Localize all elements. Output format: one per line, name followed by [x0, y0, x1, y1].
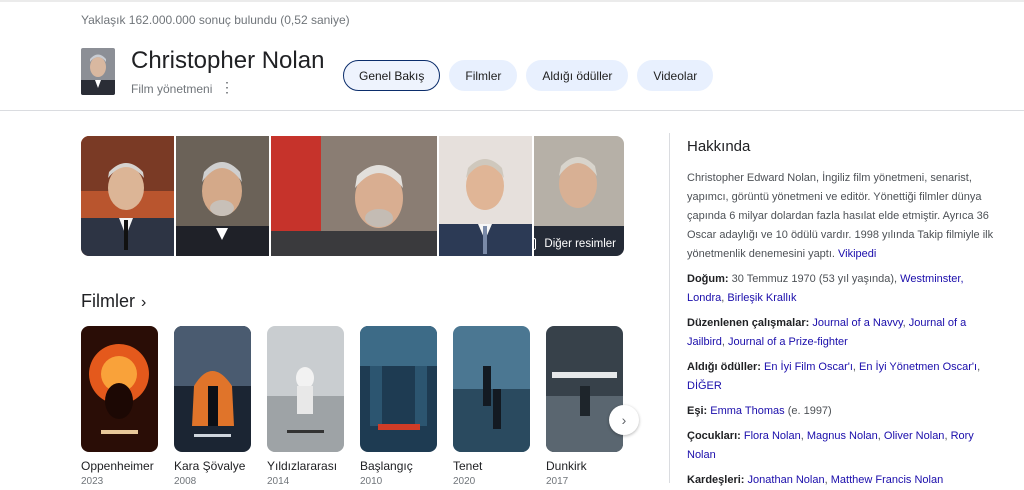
- film-year: 2023: [81, 476, 104, 487]
- entity-subtitle: Film yönetmeni: [131, 82, 213, 96]
- fact-label: Kardeşleri:: [687, 474, 745, 486]
- film-title: Başlangıç: [360, 459, 413, 473]
- chevron-right-icon[interactable]: ›: [609, 405, 639, 435]
- fact-label: Aldığı ödüller:: [687, 361, 761, 373]
- image-thumbnail[interactable]: [176, 136, 269, 256]
- child-link[interactable]: Oliver Nolan: [884, 430, 945, 442]
- fact-born: Doğum: 30 Temmuz 1970 (53 yıl yaşında), …: [687, 270, 997, 308]
- chevron-right-icon: ›: [141, 294, 147, 311]
- fact-works: Düzenlenen çalışmalar: Journal of a Navv…: [687, 314, 997, 352]
- film-title: Kara Şövalye: [174, 459, 246, 473]
- image-thumbnail[interactable]: [439, 136, 532, 256]
- film-year: 2008: [174, 476, 197, 487]
- top-border: [0, 0, 1024, 2]
- spouse-link[interactable]: Emma Thomas: [710, 405, 784, 417]
- separator: ,: [977, 361, 981, 373]
- film-title: Tenet: [453, 459, 483, 473]
- more-images-button[interactable]: Diğer resimler: [534, 238, 616, 250]
- birth-country-link[interactable]: Birleşik Krallık: [727, 292, 796, 304]
- result-stats: Yaklaşık 162.000.000 sonuç bulundu (0,52…: [81, 13, 350, 27]
- header-divider: [0, 110, 1024, 111]
- fact-label: Düzenlenen çalışmalar:: [687, 317, 810, 329]
- films-heading-label: Filmler: [81, 291, 135, 311]
- film-card[interactable]: Tenet 2020: [453, 326, 530, 487]
- work-link[interactable]: Journal of a Navvy: [812, 317, 902, 329]
- film-card[interactable]: Başlangıç 2010: [360, 326, 437, 487]
- image-thumbnail[interactable]: [271, 136, 437, 256]
- entity-tabs: Genel Bakış Filmler Aldığı ödüller Video…: [343, 60, 722, 91]
- image-thumbnail[interactable]: Diğer resimler: [534, 136, 624, 256]
- tab-awards[interactable]: Aldığı ödüller: [526, 60, 629, 91]
- fact-label: Eşi:: [687, 405, 708, 417]
- about-panel: Hakkında Christopher Edward Nolan, İngil…: [687, 138, 997, 490]
- fact-label: Doğum:: [687, 273, 729, 285]
- film-card[interactable]: Oppenheimer 2023: [81, 326, 158, 487]
- award-link[interactable]: En İyi Film Oscar'ı: [764, 361, 853, 373]
- sibling-link[interactable]: Matthew Francis Nolan: [831, 474, 944, 486]
- about-description-text: Christopher Edward Nolan, İngiliz film y…: [687, 172, 994, 260]
- films-heading[interactable]: Filmler ›: [81, 291, 146, 312]
- film-poster: [81, 326, 158, 452]
- film-card[interactable]: Dunkirk 2017: [546, 326, 623, 487]
- film-card[interactable]: Kara Şövalye 2008: [174, 326, 251, 487]
- more-images-label: Diğer resimler: [544, 238, 616, 250]
- film-title: Yıldızlararası: [267, 459, 338, 473]
- more-options-icon[interactable]: ⋮: [220, 79, 234, 96]
- film-year: 2020: [453, 476, 476, 487]
- fact-siblings: Kardeşleri: Jonathan Nolan, Matthew Fran…: [687, 471, 997, 490]
- film-poster: [360, 326, 437, 452]
- more-awards-link[interactable]: DİĞER: [687, 380, 722, 392]
- film-poster: [267, 326, 344, 452]
- film-poster: [546, 326, 623, 452]
- about-description: Christopher Edward Nolan, İngiliz film y…: [687, 169, 997, 264]
- film-title: Dunkirk: [546, 459, 587, 473]
- child-link[interactable]: Magnus Nolan: [807, 430, 878, 442]
- film-year: 2014: [267, 476, 290, 487]
- work-link[interactable]: Journal of a Prize-fighter: [728, 336, 848, 348]
- film-year: 2010: [360, 476, 383, 487]
- tab-videos[interactable]: Videolar: [637, 60, 714, 91]
- image-icon: [534, 238, 537, 250]
- wikipedia-link[interactable]: Vikipedi: [838, 248, 876, 260]
- sibling-link[interactable]: Jonathan Nolan: [748, 474, 825, 486]
- film-poster: [174, 326, 251, 452]
- film-title: Oppenheimer: [81, 459, 154, 473]
- fact-value: (e. 1997): [787, 405, 832, 417]
- tab-overview[interactable]: Genel Bakış: [343, 60, 441, 91]
- column-divider: [669, 133, 670, 483]
- film-card[interactable]: Yıldızlararası 2014: [267, 326, 344, 487]
- image-thumbnail[interactable]: [81, 136, 174, 256]
- child-link[interactable]: Flora Nolan: [744, 430, 801, 442]
- award-link[interactable]: En İyi Yönetmen Oscar'ı: [859, 361, 977, 373]
- fact-spouse: Eşi: Emma Thomas (e. 1997): [687, 402, 997, 421]
- image-strip: Diğer resimler: [81, 136, 624, 256]
- film-poster: [453, 326, 530, 452]
- about-title: Hakkında: [687, 138, 751, 155]
- fact-children: Çocukları: Flora Nolan, Magnus Nolan, Ol…: [687, 427, 997, 465]
- film-year: 2017: [546, 476, 569, 487]
- fact-value: 30 Temmuz 1970 (53 yıl yaşında),: [731, 273, 898, 285]
- entity-title: Christopher Nolan: [131, 47, 325, 74]
- fact-label: Çocukları:: [687, 430, 741, 442]
- fact-awards: Aldığı ödüller: En İyi Film Oscar'ı, En …: [687, 358, 997, 396]
- entity-thumbnail[interactable]: [81, 48, 115, 95]
- tab-films[interactable]: Filmler: [449, 60, 518, 91]
